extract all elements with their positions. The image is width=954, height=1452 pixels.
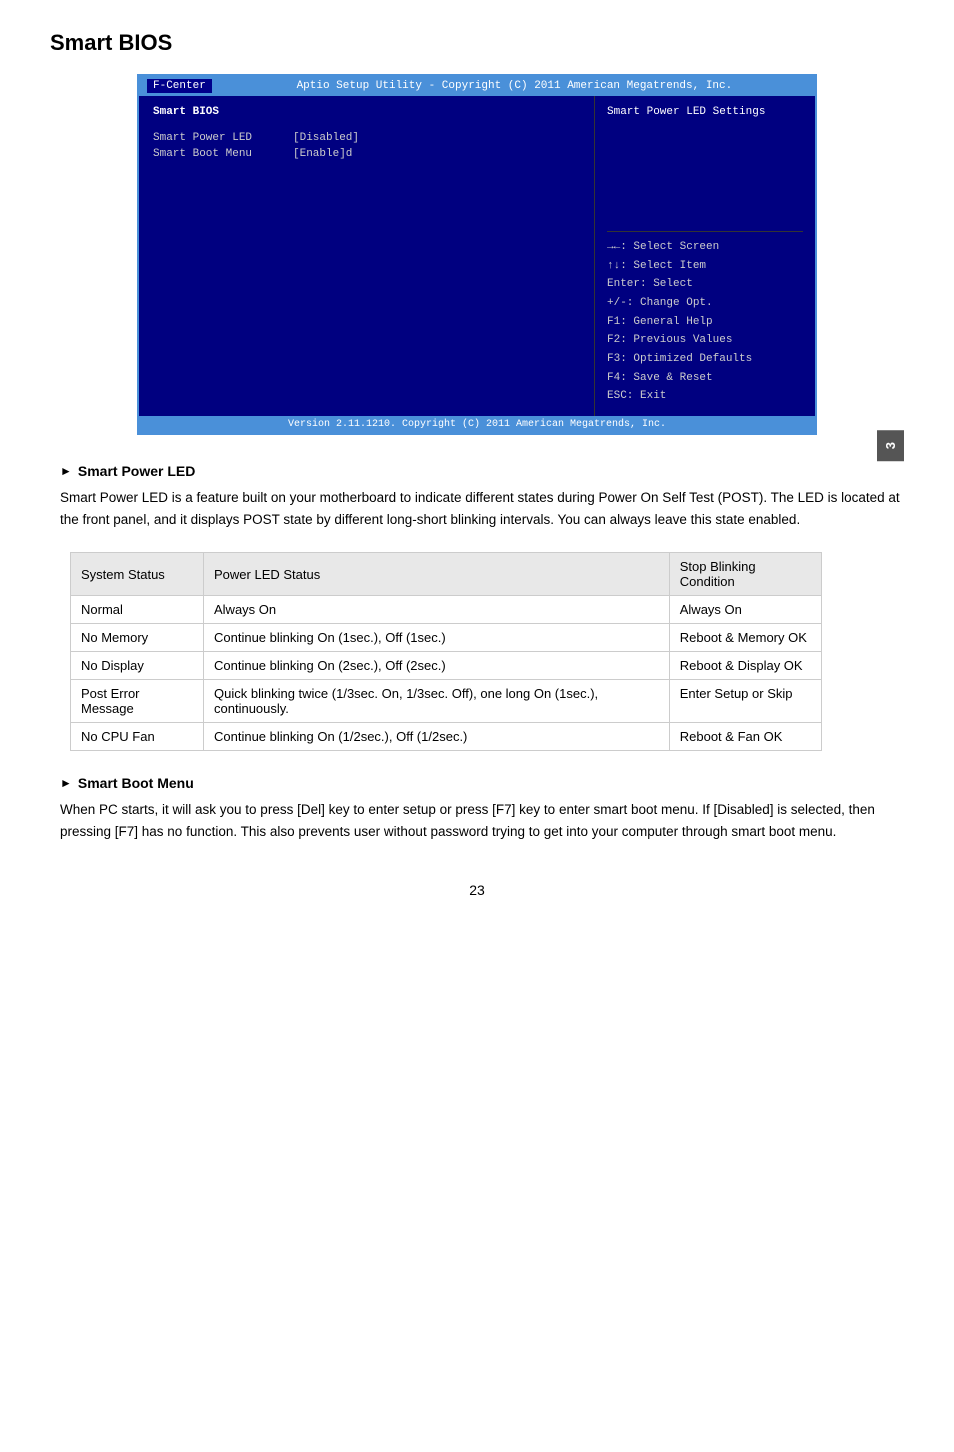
col-header-0: System Status	[71, 553, 204, 596]
cell: Always On	[669, 596, 821, 624]
smart-boot-menu-heading: ► Smart Boot Menu	[60, 775, 904, 791]
cell: Normal	[71, 596, 204, 624]
bios-right-title: Smart Power LED Settings	[607, 106, 803, 118]
table-row: No Memory Continue blinking On (1sec.), …	[71, 624, 822, 652]
bios-setting-row-0: Smart Power LED [Disabled]	[153, 132, 580, 144]
table-row: No Display Continue blinking On (2sec.),…	[71, 652, 822, 680]
cell: No Memory	[71, 624, 204, 652]
triangle-icon-2: ►	[60, 776, 72, 790]
cell: Reboot & Fan OK	[669, 723, 821, 751]
bios-help-block: →←: Select Screen ↑↓: Select Item Enter:…	[607, 231, 803, 406]
bios-header-title: Aptio Setup Utility - Copyright (C) 2011…	[222, 80, 807, 92]
bios-setting-row-1: Smart Boot Menu [Enable]d	[153, 148, 580, 160]
cell: No Display	[71, 652, 204, 680]
help-line-0: →←: Select Screen	[607, 238, 803, 257]
smart-power-led-title: Smart Power LED	[78, 463, 195, 479]
table-row: Post Error Message Quick blinking twice …	[71, 680, 822, 723]
page-number: 23	[50, 882, 904, 898]
chapter-tab: 3	[877, 430, 904, 461]
bios-setting-value-0: [Disabled]	[293, 132, 359, 144]
col-header-2: Stop Blinking Condition	[669, 553, 821, 596]
help-line-4: F1: General Help	[607, 313, 803, 332]
bios-header: F-Center Aptio Setup Utility - Copyright…	[139, 76, 815, 96]
triangle-icon-1: ►	[60, 464, 72, 478]
smart-power-led-heading: ► Smart Power LED	[60, 463, 904, 479]
col-header-1: Power LED Status	[204, 553, 670, 596]
cell: Enter Setup or Skip	[669, 680, 821, 723]
smart-boot-menu-title: Smart Boot Menu	[78, 775, 194, 791]
cell: Reboot & Display OK	[669, 652, 821, 680]
cell: Continue blinking On (1sec.), Off (1sec.…	[204, 624, 670, 652]
table-row: Normal Always On Always On	[71, 596, 822, 624]
bios-section-name: Smart BIOS	[153, 106, 580, 118]
help-line-3: +/-: Change Opt.	[607, 294, 803, 313]
cell: Always On	[204, 596, 670, 624]
cell: Continue blinking On (2sec.), Off (2sec.…	[204, 652, 670, 680]
help-line-1: ↑↓: Select Item	[607, 257, 803, 276]
bios-footer: Version 2.11.1210. Copyright (C) 2011 Am…	[139, 416, 815, 433]
help-line-2: Enter: Select	[607, 275, 803, 294]
cell: Quick blinking twice (1/3sec. On, 1/3sec…	[204, 680, 670, 723]
table-row: No CPU Fan Continue blinking On (1/2sec.…	[71, 723, 822, 751]
help-line-5: F2: Previous Values	[607, 331, 803, 350]
help-line-6: F3: Optimized Defaults	[607, 350, 803, 369]
smart-boot-menu-body: When PC starts, it will ask you to press…	[60, 799, 904, 842]
page-title: Smart BIOS	[50, 30, 904, 56]
cell: No CPU Fan	[71, 723, 204, 751]
bios-setting-label-1: Smart Boot Menu	[153, 148, 283, 160]
bios-screenshot: F-Center Aptio Setup Utility - Copyright…	[137, 74, 817, 435]
bios-setting-value-1: [Enable]d	[293, 148, 352, 160]
bios-left-panel: Smart BIOS Smart Power LED [Disabled] Sm…	[139, 96, 595, 416]
power-led-table: System Status Power LED Status Stop Blin…	[70, 552, 822, 751]
cell: Post Error Message	[71, 680, 204, 723]
help-line-7: F4: Save & Reset	[607, 369, 803, 388]
bios-setting-label-0: Smart Power LED	[153, 132, 283, 144]
bios-f-center-label: F-Center	[147, 79, 212, 93]
bios-right-panel: Smart Power LED Settings →←: Select Scre…	[595, 96, 815, 416]
cell: Reboot & Memory OK	[669, 624, 821, 652]
help-line-8: ESC: Exit	[607, 387, 803, 406]
cell: Continue blinking On (1/2sec.), Off (1/2…	[204, 723, 670, 751]
smart-power-led-body: Smart Power LED is a feature built on yo…	[60, 487, 904, 530]
